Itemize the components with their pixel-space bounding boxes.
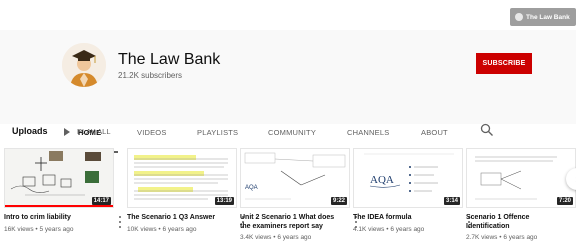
- video-card[interactable]: AQA 9:22 Unit 2 Scenario 1 What does the…: [240, 148, 357, 241]
- video-duration: 3:14: [443, 197, 460, 205]
- video-duration: 14:17: [91, 197, 111, 205]
- video-title[interactable]: Intro to crim liability: [4, 214, 104, 223]
- video-title[interactable]: Unit 2 Scenario 1 What does the examiner…: [240, 214, 340, 231]
- video-title[interactable]: The IDEA formula: [353, 214, 453, 223]
- avatar-graduate-icon: [62, 43, 106, 87]
- channel-name[interactable]: The Law Bank: [118, 51, 220, 69]
- video-duration: 13:19: [214, 197, 234, 205]
- video-title[interactable]: The Scenario 1 Q3 Answer: [127, 214, 227, 223]
- video-thumbnail[interactable]: 13:19: [127, 148, 237, 208]
- brand-pill-label: The Law Bank: [526, 13, 570, 21]
- brand-logo-icon: [515, 13, 523, 21]
- watch-progress-bar: [5, 205, 113, 207]
- svg-text:AQA: AQA: [370, 174, 394, 186]
- video-duration: 9:22: [330, 197, 347, 205]
- video-thumbnail[interactable]: 14:17: [4, 148, 114, 208]
- play-all-button[interactable]: PLAY ALL: [64, 127, 111, 136]
- video-card[interactable]: AQA 3:14 The IDEA formula 4.1K views • 6…: [353, 148, 470, 233]
- video-meta: 2.7K views • 6 years ago: [466, 234, 538, 241]
- video-meta: 16K views • 5 years ago: [4, 225, 74, 233]
- play-icon: [64, 127, 70, 136]
- play-all-label: PLAY ALL: [77, 127, 111, 136]
- video-thumbnail[interactable]: 7:20: [466, 148, 576, 208]
- channel-avatar[interactable]: [62, 43, 106, 87]
- video-thumbnail[interactable]: AQA 3:14: [353, 148, 463, 208]
- video-thumbnail[interactable]: AQA 9:22: [240, 148, 350, 208]
- video-meta: 10K views • 6 years ago: [127, 225, 197, 233]
- uploads-title[interactable]: Uploads: [12, 126, 48, 136]
- video-card[interactable]: 13:19 The Scenario 1 Q3 Answer 10K views…: [127, 148, 244, 233]
- video-card[interactable]: 7:20 Scenario 1 Offence Identification 2…: [466, 148, 576, 241]
- video-title[interactable]: Scenario 1 Offence Identification: [466, 214, 566, 231]
- uploads-shelf-header: Uploads PLAY ALL: [0, 124, 576, 140]
- subscriber-count: 21.2K subscribers: [118, 71, 183, 80]
- channel-banner: The Law Bank: [0, 0, 576, 30]
- channel-header: The Law Bank 21.2K subscribers SUBSCRIBE…: [0, 30, 576, 153]
- video-meta: 3.4K views • 6 years ago: [240, 234, 312, 241]
- brand-pill[interactable]: The Law Bank: [510, 8, 576, 26]
- video-duration: 7:20: [556, 197, 573, 205]
- subscribe-button[interactable]: SUBSCRIBE: [476, 53, 532, 74]
- video-card[interactable]: 14:17 Intro to crim liability 16K views …: [4, 148, 121, 233]
- svg-text:AQA: AQA: [245, 185, 258, 191]
- video-meta: 4.1K views • 6 years ago: [353, 225, 425, 233]
- more-options-icon[interactable]: [118, 216, 122, 228]
